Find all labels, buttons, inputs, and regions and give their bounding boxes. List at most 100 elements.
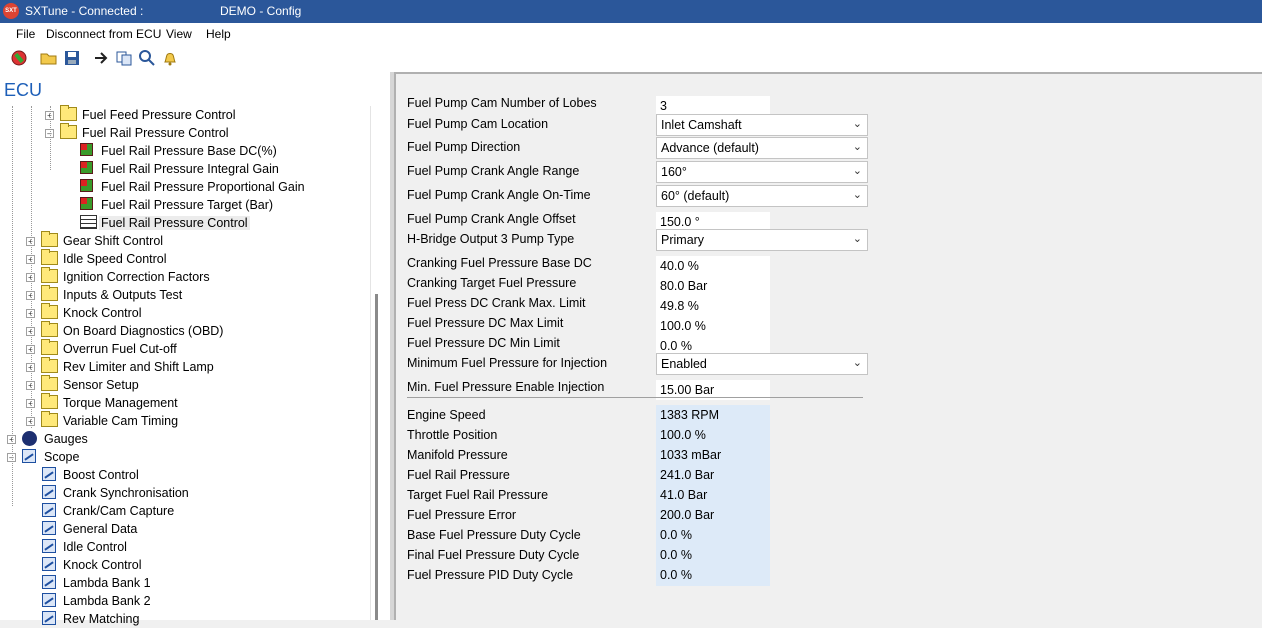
chevron-down-icon[interactable]: ⌄ bbox=[853, 140, 862, 153]
reading-label-engine-speed: Engine Speed bbox=[407, 408, 486, 422]
reading-label-fuel-pressure-pid-duty-cycle: Fuel Pressure PID Duty Cycle bbox=[407, 568, 574, 582]
stop-icon[interactable] bbox=[10, 49, 28, 67]
tree-item-lambda-bank-1[interactable]: Lambda Bank 1 bbox=[0, 574, 370, 592]
grid-icon bbox=[80, 215, 97, 229]
tree-item-rev-limiter-and-shift-lamp[interactable]: + Rev Limiter and Shift Lamp bbox=[0, 357, 370, 376]
param-select-value: 60° (default) bbox=[661, 189, 730, 203]
param-select-value: Advance (default) bbox=[661, 141, 759, 155]
arrow-right-icon[interactable] bbox=[92, 49, 110, 67]
folder-icon bbox=[41, 339, 58, 355]
param-select-h-bridge-output-3-pump-type[interactable]: Primary ⌄ bbox=[656, 229, 868, 251]
tree-item-torque-management[interactable]: + Torque Management bbox=[0, 393, 370, 412]
tree-item-gauges[interactable]: + Gauges bbox=[0, 430, 370, 448]
folder-icon bbox=[41, 321, 58, 337]
reading-label-manifold-pressure: Manifold Pressure bbox=[407, 448, 508, 462]
tree-item-label: Lambda Bank 1 bbox=[63, 576, 151, 590]
tree-item-variable-cam-timing[interactable]: + Variable Cam Timing bbox=[0, 411, 370, 430]
scope-icon bbox=[22, 449, 36, 463]
tree-item-rev-matching[interactable]: Rev Matching bbox=[0, 610, 370, 628]
tree-item-inputs-outputs-test[interactable]: + Inputs & Outputs Test bbox=[0, 285, 370, 304]
tree-item-label: Gauges bbox=[44, 432, 88, 446]
bell-icon[interactable] bbox=[161, 49, 179, 67]
param-label-fuel-press-dc-crank-max-limit: Fuel Press DC Crank Max. Limit bbox=[407, 296, 586, 310]
title-bar: SXT SXTune - Connected : DEMO - Config bbox=[0, 0, 1262, 23]
param-field-cranking-target-fuel-pressure[interactable]: 80.0 Bar bbox=[656, 276, 770, 296]
tree-scrollbar[interactable] bbox=[375, 294, 378, 620]
search-icon[interactable] bbox=[138, 49, 156, 67]
menu-file[interactable]: File bbox=[16, 27, 35, 41]
tree-item-fuel-rail-pressure-base-dc[interactable]: Fuel Rail Pressure Base DC(%) bbox=[0, 142, 370, 160]
tree-item-label: Knock Control bbox=[63, 558, 142, 572]
chevron-down-icon[interactable]: ⌄ bbox=[853, 164, 862, 177]
param-label-fuel-pump-crank-angle-on-time: Fuel Pump Crank Angle On-Time bbox=[407, 188, 591, 202]
menu-bar: File Disconnect from ECU View Help bbox=[0, 23, 1262, 44]
tree-item-fuel-rail-pressure-proportional-gain[interactable]: Fuel Rail Pressure Proportional Gain bbox=[0, 178, 370, 196]
tree-item-lambda-bank-2[interactable]: Lambda Bank 2 bbox=[0, 592, 370, 610]
open-folder-icon[interactable] bbox=[40, 49, 58, 67]
tree-item-label: Inputs & Outputs Test bbox=[63, 288, 183, 302]
menu-help[interactable]: Help bbox=[206, 27, 231, 41]
section-divider bbox=[407, 397, 863, 398]
tree-item-label: Fuel Rail Pressure Proportional Gain bbox=[101, 180, 305, 194]
scope-icon bbox=[42, 503, 56, 517]
tree-item-fuel-rail-pressure-target-bar[interactable]: Fuel Rail Pressure Target (Bar) bbox=[0, 196, 370, 214]
reading-value-target-fuel-rail-pressure: 41.0 Bar bbox=[656, 485, 770, 505]
tree-item-label: Sensor Setup bbox=[63, 378, 139, 392]
tree-item-fuel-feed-pressure-control[interactable]: + Fuel Feed Pressure Control bbox=[0, 105, 370, 124]
param-label-cranking-target-fuel-pressure: Cranking Target Fuel Pressure bbox=[407, 276, 577, 290]
reading-label-final-fuel-pressure-duty-cycle: Final Fuel Pressure Duty Cycle bbox=[407, 548, 580, 562]
param-select-fuel-pump-crank-angle-range[interactable]: 160° ⌄ bbox=[656, 161, 868, 183]
param-select-fuel-pump-cam-location[interactable]: Inlet Camshaft ⌄ bbox=[656, 114, 868, 136]
tree-item-crank-cam-capture[interactable]: Crank/Cam Capture bbox=[0, 502, 370, 520]
menu-disconnect-from-ecu[interactable]: Disconnect from ECU bbox=[46, 27, 161, 41]
reading-value-fuel-pressure-pid-duty-cycle: 0.0 % bbox=[656, 565, 770, 585]
folder-icon bbox=[41, 249, 58, 265]
tree-item-knock-control[interactable]: + Knock Control bbox=[0, 303, 370, 322]
tree-item-label: Idle Control bbox=[63, 540, 127, 554]
scope-icon bbox=[42, 575, 56, 589]
param-field-cranking-fuel-pressure-base-dc[interactable]: 40.0 % bbox=[656, 256, 770, 276]
tree-item-fuel-rail-pressure-control[interactable]: Fuel Rail Pressure Control bbox=[0, 214, 370, 232]
copy-icon[interactable] bbox=[115, 49, 133, 67]
param-label-fuel-pressure-dc-min-limit: Fuel Pressure DC Min Limit bbox=[407, 336, 560, 350]
tree-item-gear-shift-control[interactable]: + Gear Shift Control bbox=[0, 231, 370, 250]
folder-icon bbox=[41, 267, 58, 283]
tree-item-idle-speed-control[interactable]: + Idle Speed Control bbox=[0, 249, 370, 268]
param-field-fuel-pump-cam-number-of-lobes[interactable]: 3 bbox=[656, 96, 770, 116]
param-field-fuel-pressure-dc-max-limit[interactable]: 100.0 % bbox=[656, 316, 770, 336]
scope-icon bbox=[42, 521, 56, 535]
tree-item-sensor-setup[interactable]: + Sensor Setup bbox=[0, 375, 370, 394]
tree-item-idle-control[interactable]: Idle Control bbox=[0, 538, 370, 556]
folder-icon bbox=[60, 105, 77, 121]
chevron-down-icon[interactable]: ⌄ bbox=[853, 188, 862, 201]
reading-value-base-fuel-pressure-duty-cycle: 0.0 % bbox=[656, 525, 770, 545]
menu-view[interactable]: View bbox=[166, 27, 192, 41]
tree-item-label: Overrun Fuel Cut-off bbox=[63, 342, 177, 356]
tree-item-overrun-fuel-cut-off[interactable]: + Overrun Fuel Cut-off bbox=[0, 339, 370, 358]
tree-item-on-board-diagnostics-obd[interactable]: + On Board Diagnostics (OBD) bbox=[0, 321, 370, 340]
chevron-down-icon[interactable]: ⌄ bbox=[853, 117, 862, 130]
tree-item-ignition-correction-factors[interactable]: + Ignition Correction Factors bbox=[0, 267, 370, 286]
tree-connector-line bbox=[12, 106, 13, 506]
tree-root-label[interactable]: ECU bbox=[4, 80, 42, 101]
tree-item-label: Rev Limiter and Shift Lamp bbox=[63, 360, 214, 374]
tree-item-label: Fuel Rail Pressure Control bbox=[99, 216, 250, 230]
chevron-down-icon[interactable]: ⌄ bbox=[853, 232, 862, 245]
tree-item-fuel-rail-pressure-control[interactable]: – Fuel Rail Pressure Control bbox=[0, 123, 370, 142]
param-select-minimum-fuel-pressure-for-injection[interactable]: Enabled ⌄ bbox=[656, 353, 868, 375]
tree-item-fuel-rail-pressure-integral-gain[interactable]: Fuel Rail Pressure Integral Gain bbox=[0, 160, 370, 178]
folder-icon bbox=[60, 123, 77, 139]
tree-item-general-data[interactable]: General Data bbox=[0, 520, 370, 538]
tree-item-scope[interactable]: – Scope bbox=[0, 448, 370, 466]
tree-item-crank-synchronisation[interactable]: Crank Synchronisation bbox=[0, 484, 370, 502]
tree-item-knock-control[interactable]: Knock Control bbox=[0, 556, 370, 574]
param-field-fuel-press-dc-crank-max-limit[interactable]: 49.8 % bbox=[656, 296, 770, 316]
gauge-icon bbox=[22, 431, 37, 446]
chevron-down-icon[interactable]: ⌄ bbox=[853, 356, 862, 369]
save-icon[interactable] bbox=[63, 49, 81, 67]
param-label-fuel-pressure-dc-max-limit: Fuel Pressure DC Max Limit bbox=[407, 316, 564, 330]
cube-icon bbox=[80, 161, 93, 174]
param-select-fuel-pump-crank-angle-on-time[interactable]: 60° (default) ⌄ bbox=[656, 185, 868, 207]
tree-item-boost-control[interactable]: Boost Control bbox=[0, 466, 370, 484]
param-select-fuel-pump-direction[interactable]: Advance (default) ⌄ bbox=[656, 137, 868, 159]
